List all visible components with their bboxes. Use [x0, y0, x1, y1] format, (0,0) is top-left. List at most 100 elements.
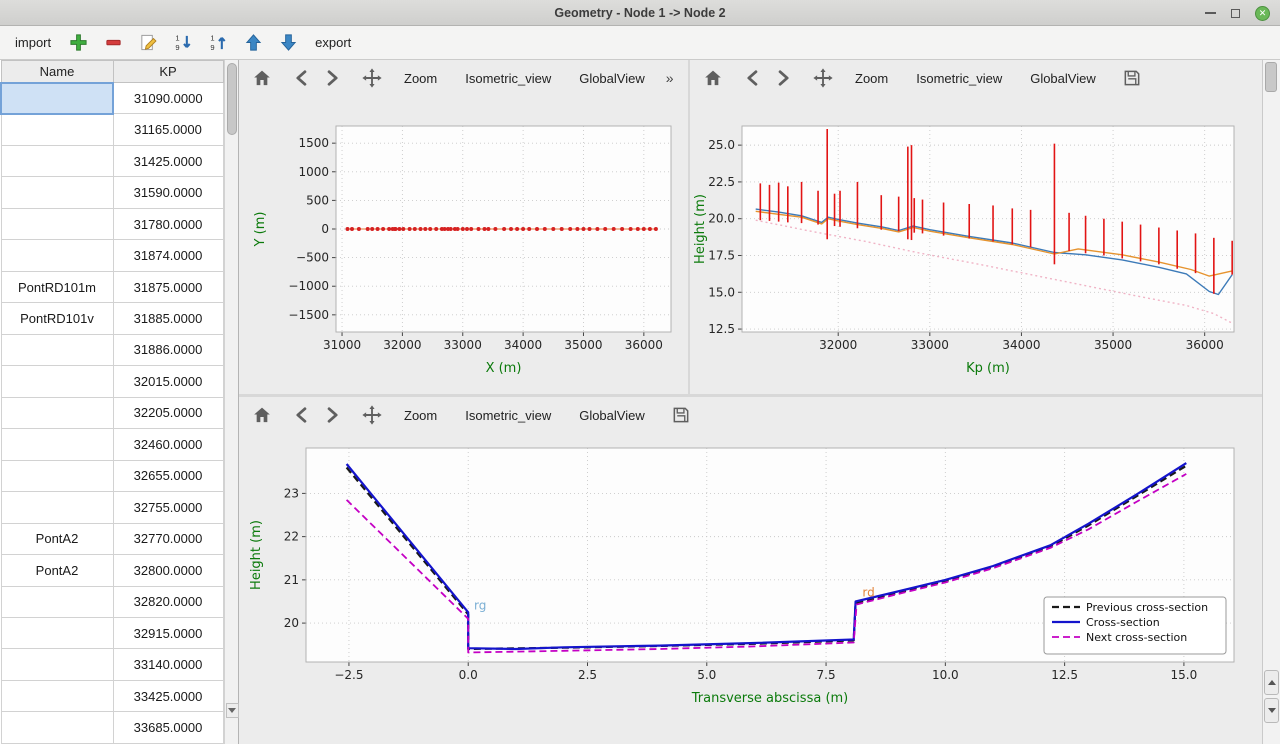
maximize-icon[interactable] — [1231, 9, 1240, 18]
kp-cell[interactable]: 33140.0000 — [113, 649, 223, 680]
name-cell[interactable] — [1, 429, 113, 460]
scroll-up-button[interactable] — [1264, 670, 1279, 695]
name-cell[interactable] — [1, 492, 113, 523]
table-row: 32820.0000 — [1, 586, 223, 617]
kp-cell[interactable]: 32770.0000 — [113, 523, 223, 554]
import-button[interactable]: import — [12, 33, 54, 52]
save-figure-button[interactable] — [666, 401, 696, 429]
kp-cell[interactable]: 33685.0000 — [113, 712, 223, 744]
kp-cell[interactable]: 32915.0000 — [113, 617, 223, 648]
global-view-button[interactable]: GlobalView — [1019, 66, 1107, 91]
move-up-button[interactable] — [242, 32, 264, 54]
name-cell[interactable] — [1, 114, 113, 145]
svg-text:25.0: 25.0 — [708, 138, 735, 152]
name-cell[interactable] — [1, 177, 113, 208]
back-button[interactable] — [738, 64, 768, 92]
name-cell[interactable] — [1, 397, 113, 428]
home-button[interactable] — [698, 64, 728, 92]
zoom-button[interactable]: Zoom — [393, 403, 448, 428]
minimize-icon[interactable] — [1205, 12, 1216, 14]
forward-arrow-icon — [322, 405, 342, 425]
column-header-kp[interactable]: KP — [113, 61, 223, 83]
isometric-view-button[interactable]: Isometric_view — [454, 66, 562, 91]
edit-button[interactable] — [137, 32, 159, 54]
kp-cell[interactable]: 31875.0000 — [113, 271, 223, 302]
name-cell[interactable]: PontRD101m — [1, 271, 113, 302]
svg-text:Kp (m): Kp (m) — [966, 361, 1010, 376]
remove-row-button[interactable] — [102, 32, 124, 54]
kp-cell[interactable]: 31090.0000 — [113, 83, 223, 114]
column-header-name[interactable]: Name — [1, 61, 113, 83]
kp-cell[interactable]: 32460.0000 — [113, 429, 223, 460]
table-row: 31874.0000 — [1, 240, 223, 271]
main-toolbar: import 19 19 — [0, 26, 1280, 60]
window-scrollbar-thumb[interactable] — [1265, 62, 1277, 92]
kp-cell[interactable]: 32015.0000 — [113, 366, 223, 397]
forward-button[interactable] — [768, 64, 798, 92]
window-scrollbar[interactable] — [1262, 60, 1280, 744]
pan-button[interactable] — [357, 64, 387, 92]
add-row-button[interactable] — [67, 32, 89, 54]
name-cell[interactable] — [1, 366, 113, 397]
pan-button[interactable] — [357, 401, 387, 429]
name-cell[interactable] — [1, 617, 113, 648]
sort-descending-button[interactable]: 19 — [172, 32, 194, 54]
title-bar[interactable]: Geometry - Node 1 -> Node 2 ✕ — [0, 0, 1280, 26]
name-cell[interactable] — [1, 460, 113, 491]
back-button[interactable] — [287, 401, 317, 429]
svg-text:35000: 35000 — [1094, 338, 1132, 352]
zoom-button[interactable]: Zoom — [844, 66, 899, 91]
profile-chart[interactable]: 320003300034000350003600012.515.017.520.… — [690, 96, 1262, 394]
kp-cell[interactable]: 31780.0000 — [113, 208, 223, 239]
zoom-button[interactable]: Zoom — [393, 66, 448, 91]
back-button[interactable] — [287, 64, 317, 92]
kp-cell[interactable]: 32820.0000 — [113, 586, 223, 617]
kp-cell[interactable]: 31165.0000 — [113, 114, 223, 145]
kp-cell[interactable]: 31885.0000 — [113, 303, 223, 334]
home-button[interactable] — [247, 401, 277, 429]
table-scroll-down-button[interactable] — [226, 703, 239, 718]
kp-cell[interactable]: 32755.0000 — [113, 492, 223, 523]
name-cell[interactable] — [1, 208, 113, 239]
kp-cell[interactable]: 31874.0000 — [113, 240, 223, 271]
name-cell[interactable] — [1, 240, 113, 271]
name-cell[interactable]: PontRD101v — [1, 303, 113, 334]
global-view-button[interactable]: GlobalView — [568, 403, 656, 428]
kp-cell[interactable]: 31886.0000 — [113, 334, 223, 365]
name-cell[interactable]: PontA2 — [1, 523, 113, 554]
kp-cell[interactable]: 31425.0000 — [113, 145, 223, 176]
back-arrow-icon — [292, 68, 312, 88]
forward-button[interactable] — [317, 401, 347, 429]
kp-cell[interactable]: 33425.0000 — [113, 680, 223, 711]
kp-cell[interactable]: 32655.0000 — [113, 460, 223, 491]
isometric-view-button[interactable]: Isometric_view — [454, 403, 562, 428]
home-button[interactable] — [247, 64, 277, 92]
table-row: 31886.0000 — [1, 334, 223, 365]
global-view-button[interactable]: GlobalView — [568, 66, 656, 91]
export-button[interactable]: export — [312, 33, 354, 52]
move-down-button[interactable] — [277, 32, 299, 54]
isometric-view-button[interactable]: Isometric_view — [905, 66, 1013, 91]
toolbar-overflow-button[interactable]: » — [660, 66, 680, 90]
forward-button[interactable] — [317, 64, 347, 92]
pan-button[interactable] — [808, 64, 838, 92]
table-scrollbar[interactable] — [224, 60, 239, 744]
name-cell[interactable]: PontA2 — [1, 555, 113, 586]
save-figure-button[interactable] — [1117, 64, 1147, 92]
plan-view-chart[interactable]: 310003200033000340003500036000−1500−1000… — [239, 96, 688, 394]
name-cell[interactable] — [1, 145, 113, 176]
name-cell[interactable] — [1, 680, 113, 711]
kp-cell[interactable]: 31590.0000 — [113, 177, 223, 208]
kp-cell[interactable]: 32800.0000 — [113, 555, 223, 586]
name-cell[interactable] — [1, 649, 113, 680]
close-icon[interactable]: ✕ — [1255, 6, 1270, 21]
cross-section-chart[interactable]: −2.50.02.55.07.510.012.515.020212223rgrd… — [239, 433, 1262, 744]
name-cell[interactable] — [1, 334, 113, 365]
sort-ascending-button[interactable]: 19 — [207, 32, 229, 54]
name-cell[interactable] — [1, 83, 113, 114]
name-cell[interactable] — [1, 712, 113, 744]
table-scrollbar-thumb[interactable] — [227, 63, 237, 135]
kp-cell[interactable]: 32205.0000 — [113, 397, 223, 428]
name-cell[interactable] — [1, 586, 113, 617]
scroll-down-button[interactable] — [1264, 698, 1279, 723]
